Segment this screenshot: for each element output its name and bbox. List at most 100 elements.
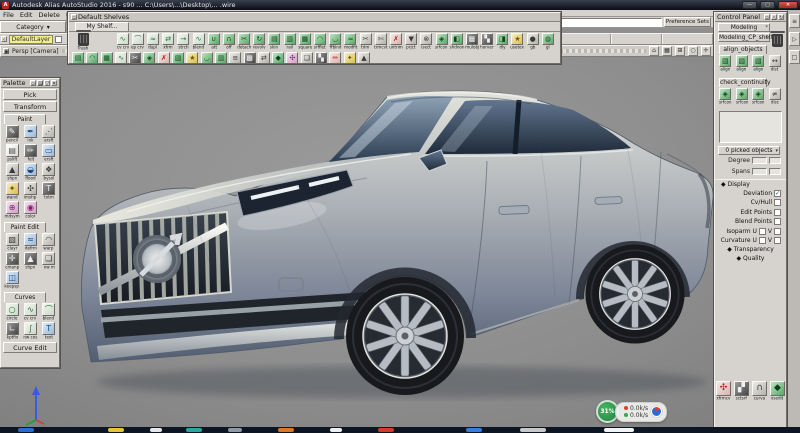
- shelf-tool[interactable]: ▼ prjct: [404, 33, 419, 53]
- shelf-tool[interactable]: ◧ shdnon: [449, 33, 464, 53]
- shelf-tool[interactable]: ∿ blend: [191, 33, 206, 53]
- shelf-tool[interactable]: ✦: [344, 52, 356, 64]
- palette-tab-paint[interactable]: Paint: [4, 114, 46, 124]
- control-panel-titlebar[interactable]: Control Panel ▫ △ ↻: [715, 13, 786, 22]
- shelf-tool[interactable]: ⌒ ep crv: [130, 33, 145, 53]
- shelf-tool[interactable]: ★: [186, 52, 198, 64]
- palette-tool[interactable]: T txtm: [40, 182, 58, 201]
- option-checkbox[interactable]: [774, 199, 781, 206]
- shelf-tool[interactable]: ▚: [315, 52, 327, 64]
- palette-window-icon[interactable]: ▽: [44, 80, 50, 86]
- parameter-field[interactable]: [769, 157, 781, 164]
- shelf-tool[interactable]: ✂ trim: [358, 33, 373, 53]
- cp-tool[interactable]: ↔ dist: [767, 55, 784, 75]
- cp-tool[interactable]: ≠ disc: [767, 88, 784, 108]
- menu-item[interactable]: File: [3, 11, 14, 19]
- option-checkbox[interactable]: [759, 237, 766, 244]
- preference-sets-button[interactable]: Preference Sets: [664, 17, 711, 27]
- option-checkbox[interactable]: [774, 218, 781, 225]
- palette-tool[interactable]: ∫ nw cos: [21, 322, 39, 341]
- shelf-tool[interactable]: ▦ square: [297, 33, 312, 53]
- shelf-tool[interactable]: ✄ trmcvt: [373, 33, 388, 53]
- palette-tool[interactable]: ⌒ blend: [40, 303, 58, 322]
- shelf-tool[interactable]: ✗: [158, 52, 170, 64]
- align-objects-tab[interactable]: align_objects: [719, 45, 767, 54]
- cp-tool[interactable]: ∩ curva: [751, 381, 768, 405]
- palette-window-icon[interactable]: ✕: [51, 80, 57, 86]
- palette-tool[interactable]: ∟ kptfix: [3, 322, 21, 341]
- palette-tool[interactable]: T text: [40, 322, 58, 341]
- cp-tool[interactable]: ▧ align: [717, 55, 734, 75]
- palette-tool[interactable]: ◉ color: [21, 201, 39, 220]
- palette-window[interactable]: Palette ▫ ▤ ▽ ✕ Pick Transform Paint ✎ p…: [0, 78, 60, 368]
- shelf-tool[interactable]: ∿ cv crv: [115, 33, 130, 53]
- windows-taskbar[interactable]: [0, 427, 800, 433]
- shelf-tool[interactable]: ✣: [286, 52, 298, 64]
- shelf-tool[interactable]: ∪ att: [206, 33, 221, 53]
- shelf-tool[interactable]: ◡: [201, 52, 213, 64]
- taskbar-app[interactable]: [378, 428, 394, 432]
- shelf-tool[interactable]: ▩ mulobj: [464, 33, 479, 53]
- display-bullet-row[interactable]: ◆ Quality: [715, 255, 786, 264]
- picked-objects-dropdown[interactable]: 0 picked objects ▾: [718, 146, 780, 155]
- cp-tool[interactable]: ◈ srfcon: [717, 88, 734, 108]
- shelf-tool[interactable]: ◈ srfcon: [434, 33, 449, 53]
- v-checkbox[interactable]: [774, 237, 781, 244]
- palette-tool[interactable]: ✦ wand: [3, 182, 21, 201]
- shelf-tool[interactable]: ◆: [272, 52, 284, 64]
- close-button[interactable]: ✕: [778, 1, 798, 9]
- option-checkbox[interactable]: [759, 228, 766, 235]
- shelf-drop-area[interactable]: [719, 111, 782, 143]
- shelf-tool[interactable]: ✂: [129, 52, 141, 64]
- palette-titlebar[interactable]: Palette ▫ ▤ ▽ ✕: [1, 79, 59, 88]
- side-tab[interactable]: ▷: [789, 32, 800, 46]
- shelf-tool[interactable]: ▩: [244, 52, 256, 64]
- shelf-tool[interactable]: ▤: [72, 52, 84, 64]
- shelves-titlebar[interactable]: ▫ Default Shelves: [69, 13, 560, 22]
- display-section-header[interactable]: ◆ Display: [715, 179, 786, 189]
- parameter-field[interactable]: [752, 157, 767, 164]
- shelf-tool[interactable]: ★ usetex: [510, 33, 525, 53]
- view-toggle-button[interactable]: ○: [688, 46, 698, 56]
- shelf-tool[interactable]: ◠: [86, 52, 98, 64]
- menu-item[interactable]: Edit: [20, 11, 33, 19]
- car-3d-model[interactable]: [66, 66, 728, 418]
- control-panel-window[interactable]: Control Panel ▫ △ ↻ Modeling * Modeling_…: [714, 12, 787, 428]
- palette-tool[interactable]: ⋰ arsft: [40, 125, 58, 144]
- palette-tool[interactable]: ∿ cv crv: [21, 303, 39, 322]
- control-panel-window-icon[interactable]: ▫: [764, 14, 770, 20]
- menu-item[interactable]: Delete: [38, 11, 59, 19]
- control-panel-window-icon[interactable]: ↻: [778, 14, 784, 20]
- shelf-tool[interactable]: ⇄ xfrm: [161, 33, 176, 53]
- shelf-tool[interactable]: ▚ horver: [480, 33, 495, 53]
- control-panel-window-icon[interactable]: △: [771, 14, 777, 20]
- shelf-tool[interactable]: ∩ off: [221, 33, 236, 53]
- palette-tool[interactable]: ✣ imshp: [21, 182, 39, 201]
- shelf-tool[interactable]: ✗ untrim: [388, 33, 403, 53]
- taskbar-app[interactable]: [18, 428, 34, 432]
- palette-tab-transform[interactable]: Transform: [3, 101, 57, 112]
- v-checkbox[interactable]: [774, 228, 781, 235]
- palette-window-icon[interactable]: ▤: [37, 80, 43, 86]
- cp-tool[interactable]: ✣ xfrmcv: [715, 381, 732, 405]
- taskbar-app[interactable]: [466, 428, 482, 432]
- shelf-tool[interactable]: ● gb: [525, 33, 540, 53]
- taskbar-app[interactable]: [228, 428, 242, 432]
- palette-tool[interactable]: ≈ defrm: [21, 233, 39, 252]
- layer-checkbox[interactable]: [55, 36, 62, 43]
- shelf-tool[interactable]: ▲: [358, 52, 370, 64]
- side-tab[interactable]: □: [789, 50, 800, 64]
- default-layer-chip[interactable]: DefaultLayer: [9, 35, 53, 44]
- default-shelves-window[interactable]: ▫ Default Shelves My Shelf... Trash ∿ cv…: [68, 12, 561, 64]
- palette-tool[interactable]: ▤ pslift: [3, 144, 21, 163]
- cp-tool[interactable]: ◆ xsedit: [769, 381, 786, 405]
- palette-tool[interactable]: ○ circle: [3, 303, 21, 322]
- shelf-tool[interactable]: ▤ skin: [267, 33, 282, 53]
- shelf-tool[interactable]: ◈: [143, 52, 155, 64]
- window-titlebar[interactable]: A Autodesk Alias AutoStudio 2016 - s90 .…: [0, 0, 800, 10]
- shelf-tool[interactable]: ❏: [301, 52, 313, 64]
- shelf-tool[interactable]: ≡: [229, 52, 241, 64]
- shelf-tool[interactable]: → strch: [176, 33, 191, 53]
- taskbar-app[interactable]: [186, 428, 202, 432]
- view-toggle-button[interactable]: ⌂: [649, 46, 659, 56]
